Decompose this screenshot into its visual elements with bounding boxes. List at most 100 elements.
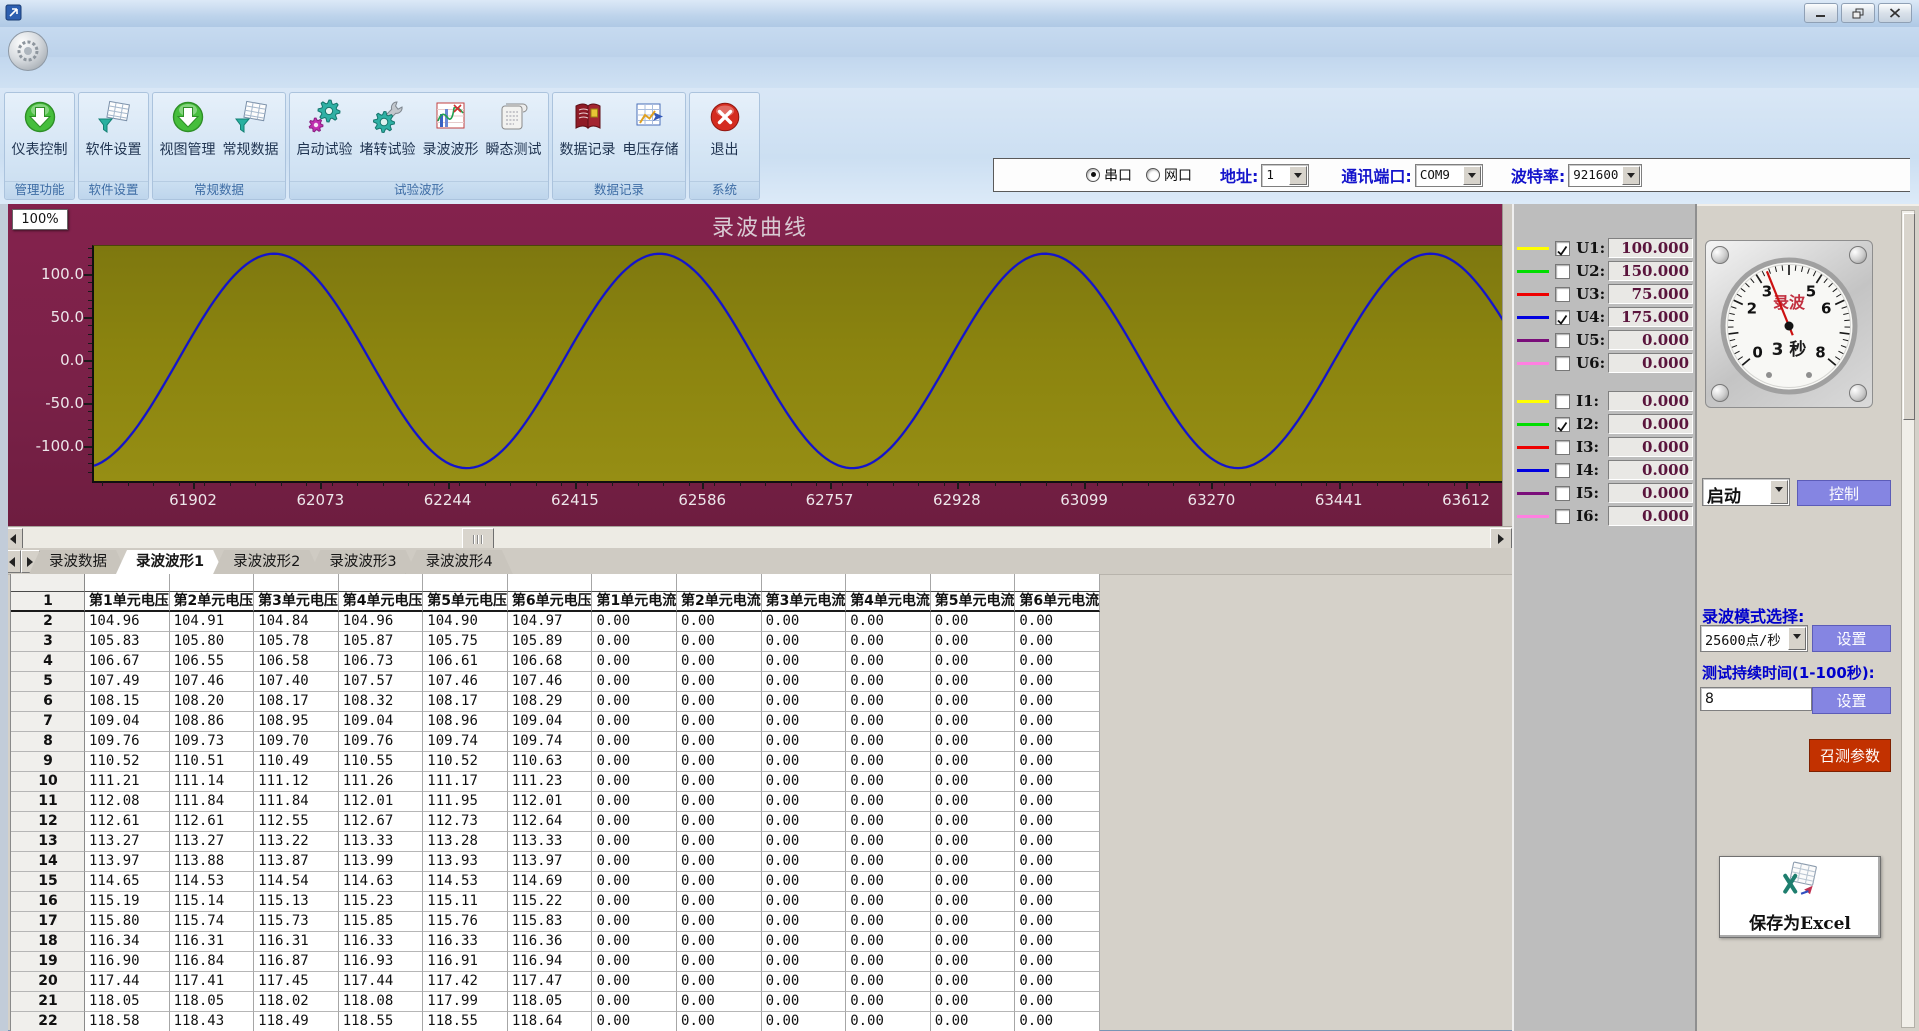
voltage-cell: 112.08 — [85, 792, 170, 812]
voltage-cell: 110.52 — [85, 752, 170, 772]
u2-checkbox[interactable] — [1555, 264, 1570, 279]
scrollbar-thumb[interactable] — [1903, 213, 1915, 420]
exit-button[interactable]: 退出 — [693, 96, 756, 159]
current-cell: 0.00 — [677, 712, 762, 732]
baud-rate-select[interactable]: 921600 — [1568, 164, 1642, 187]
current-cell: 0.00 — [762, 892, 847, 912]
minimize-button[interactable] — [1804, 3, 1838, 23]
app-window: ? 试验项目 选项 ? 仪表控制管理功能软件设置软件设置视图管理常规数据常规数据… — [0, 0, 1919, 1031]
svg-text:5: 5 — [1806, 282, 1816, 300]
voltage-store-button[interactable]: 电压存储 — [619, 96, 682, 159]
transient-test-button[interactable]: 瞬态测试 — [482, 96, 545, 159]
current-cell: 0.00 — [931, 992, 1016, 1012]
column-header-cell: 第1单元电压 — [85, 591, 170, 612]
column-header-cell: 第2单元电压 — [170, 591, 255, 612]
view-manage-button[interactable]: 视图管理 — [156, 96, 219, 159]
voltage-cell: 115.11 — [423, 892, 508, 912]
data-table[interactable]: 1第1单元电压第2单元电压第3单元电压第4单元电压第5单元电压第6单元电压第1单… — [10, 574, 1100, 1031]
voltage-cell: 105.78 — [254, 632, 339, 652]
current-cell: 0.00 — [846, 632, 931, 652]
x-axis-tick-label: 62073 — [275, 491, 365, 509]
i6-checkbox[interactable] — [1555, 509, 1570, 524]
u1-checkbox[interactable] — [1555, 241, 1570, 256]
duration-set-button[interactable]: 设置 — [1812, 687, 1891, 714]
current-cell: 0.00 — [846, 852, 931, 872]
network-radio[interactable] — [1146, 168, 1160, 182]
voltage-cell: 116.90 — [85, 952, 170, 972]
i2-checkbox[interactable] — [1555, 417, 1570, 432]
app-menu-orb[interactable] — [8, 31, 48, 71]
i5-checkbox[interactable] — [1555, 486, 1570, 501]
sheet-tab-record-wave2[interactable]: 录波波形2 — [213, 550, 320, 574]
restore-button[interactable] — [1841, 3, 1875, 23]
stall-test-button[interactable]: 堵转试验 — [356, 96, 419, 159]
sheet-tab-record-data[interactable]: 录波数据 — [29, 550, 127, 574]
i2-channel-row: I2:0.000 — [1517, 414, 1693, 434]
current-cell: 0.00 — [1015, 752, 1100, 772]
column-header-cell: 第5单元电压 — [423, 591, 508, 612]
sheet-tab-record-wave4[interactable]: 录波波形4 — [406, 550, 513, 574]
duration-input[interactable]: 8 — [1700, 687, 1812, 711]
software-settings-button[interactable]: 软件设置 — [82, 96, 145, 159]
close-button[interactable] — [1878, 3, 1912, 23]
record-mode-select[interactable]: 25600点/秒 — [1700, 625, 1808, 652]
waveform-line — [94, 246, 1510, 481]
panel-vertical-scrollbar[interactable] — [1901, 210, 1915, 1028]
voltage-cell: 106.73 — [339, 652, 424, 672]
current-cell: 0.00 — [1015, 912, 1100, 932]
row-number-cell: 22 — [11, 1012, 85, 1031]
u4-checkbox[interactable] — [1555, 310, 1570, 325]
current-cell: 0.00 — [762, 692, 847, 712]
column-header-cell: 第4单元电流 — [846, 591, 931, 612]
sheet-tab-record-wave1[interactable]: 录波波形1 — [116, 550, 224, 574]
general-data-label: 常规数据 — [223, 139, 279, 159]
window-edge-strip — [0, 204, 8, 1031]
comm-port-label: 通讯端口: — [1341, 163, 1411, 187]
chart-horizontal-scrollbar[interactable] — [0, 526, 1512, 549]
stall-test-label: 堵转试验 — [360, 139, 416, 159]
readback-params-button[interactable]: 召测参数 — [1809, 739, 1891, 772]
address-select[interactable]: 1 — [1261, 164, 1309, 187]
voltage-cell: 118.55 — [339, 1012, 424, 1031]
voltage-cell: 115.13 — [254, 892, 339, 912]
data-log-button[interactable]: 数据记录 — [556, 96, 619, 159]
voltage-cell: 108.17 — [254, 692, 339, 712]
voltage-cell: 109.73 — [170, 732, 255, 752]
u3-checkbox[interactable] — [1555, 287, 1570, 302]
table-row: 13113.27113.27113.22113.33113.28113.330.… — [11, 832, 1100, 852]
voltage-cell: 113.27 — [85, 832, 170, 852]
i5-channel-row: I5:0.000 — [1517, 483, 1693, 503]
i3-checkbox[interactable] — [1555, 440, 1570, 455]
table-row: 14113.97113.88113.87113.99113.93113.970.… — [11, 852, 1100, 872]
start-mode-select[interactable]: 启动 — [1702, 478, 1790, 506]
comm-port-select[interactable]: COM9 — [1415, 164, 1483, 187]
general-data-button[interactable]: 常规数据 — [219, 96, 282, 159]
current-cell: 0.00 — [592, 792, 677, 812]
current-cell: 0.00 — [1015, 992, 1100, 1012]
scroll-right-button[interactable] — [1490, 528, 1512, 550]
table-row: 6108.15108.20108.17108.32108.17108.290.0… — [11, 692, 1100, 712]
window-controls — [1804, 3, 1912, 23]
u5-checkbox[interactable] — [1555, 333, 1570, 348]
current-cell: 0.00 — [846, 932, 931, 952]
control-button[interactable]: 控制 — [1797, 480, 1891, 506]
start-test-button[interactable]: 启动试验 — [293, 96, 356, 159]
i4-checkbox[interactable] — [1555, 463, 1570, 478]
voltage-cell: 118.64 — [508, 1012, 593, 1031]
save-excel-button[interactable]: 保存为Excel — [1719, 856, 1881, 938]
voltage-cell: 118.58 — [85, 1012, 170, 1031]
sheet-tab-record-wave3[interactable]: 录波波形3 — [309, 550, 416, 574]
meter-control-button[interactable]: 仪表控制 — [8, 96, 71, 159]
voltage-cell: 104.90 — [423, 612, 508, 632]
wave-record-button[interactable]: 录波波形 — [419, 96, 482, 159]
chart-vertical-scrollbar[interactable] — [1502, 204, 1512, 526]
current-cell: 0.00 — [677, 952, 762, 972]
scrollbar-thumb[interactable] — [462, 528, 494, 550]
gear-wrench-icon — [370, 99, 406, 135]
u6-checkbox[interactable] — [1555, 356, 1570, 371]
serial-radio[interactable] — [1086, 168, 1100, 182]
record-mode-set-button[interactable]: 设置 — [1812, 625, 1891, 652]
i2-value: 0.000 — [1608, 414, 1693, 434]
i1-checkbox[interactable] — [1555, 394, 1570, 409]
current-cell: 0.00 — [677, 1012, 762, 1031]
